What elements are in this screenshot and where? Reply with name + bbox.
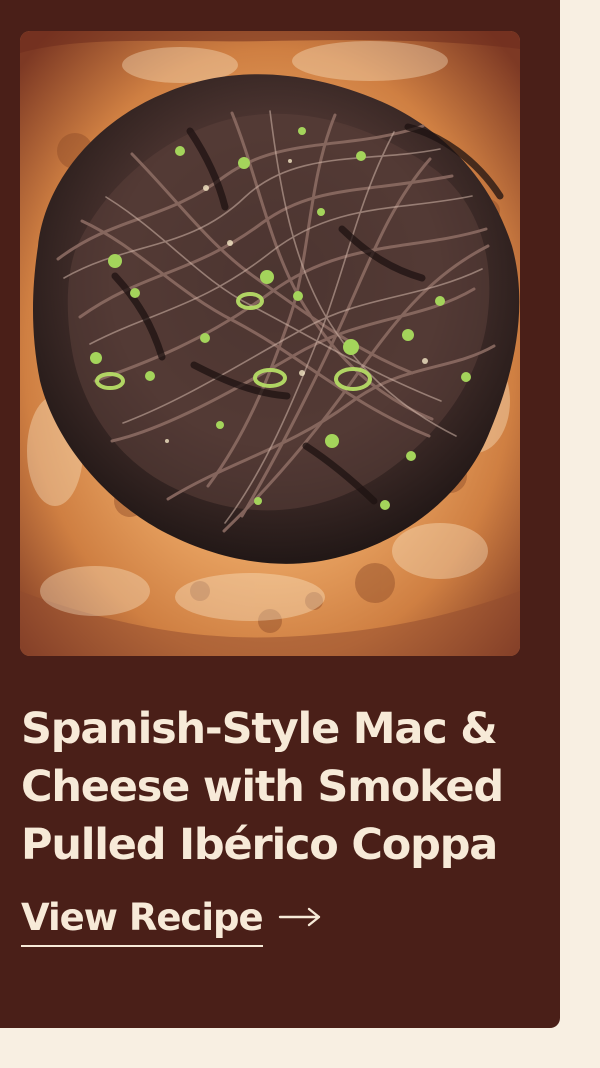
- view-recipe-label: View Recipe: [21, 891, 264, 947]
- arrow-right-icon: [277, 905, 325, 929]
- page: Spanish-Style Mac & Cheese with Smoked P…: [0, 0, 600, 1068]
- view-recipe-link[interactable]: View Recipe: [21, 891, 325, 947]
- recipe-card: Spanish-Style Mac & Cheese with Smoked P…: [0, 0, 560, 1028]
- recipe-photo[interactable]: [20, 31, 520, 656]
- recipe-title: Spanish-Style Mac & Cheese with Smoked P…: [21, 704, 504, 870]
